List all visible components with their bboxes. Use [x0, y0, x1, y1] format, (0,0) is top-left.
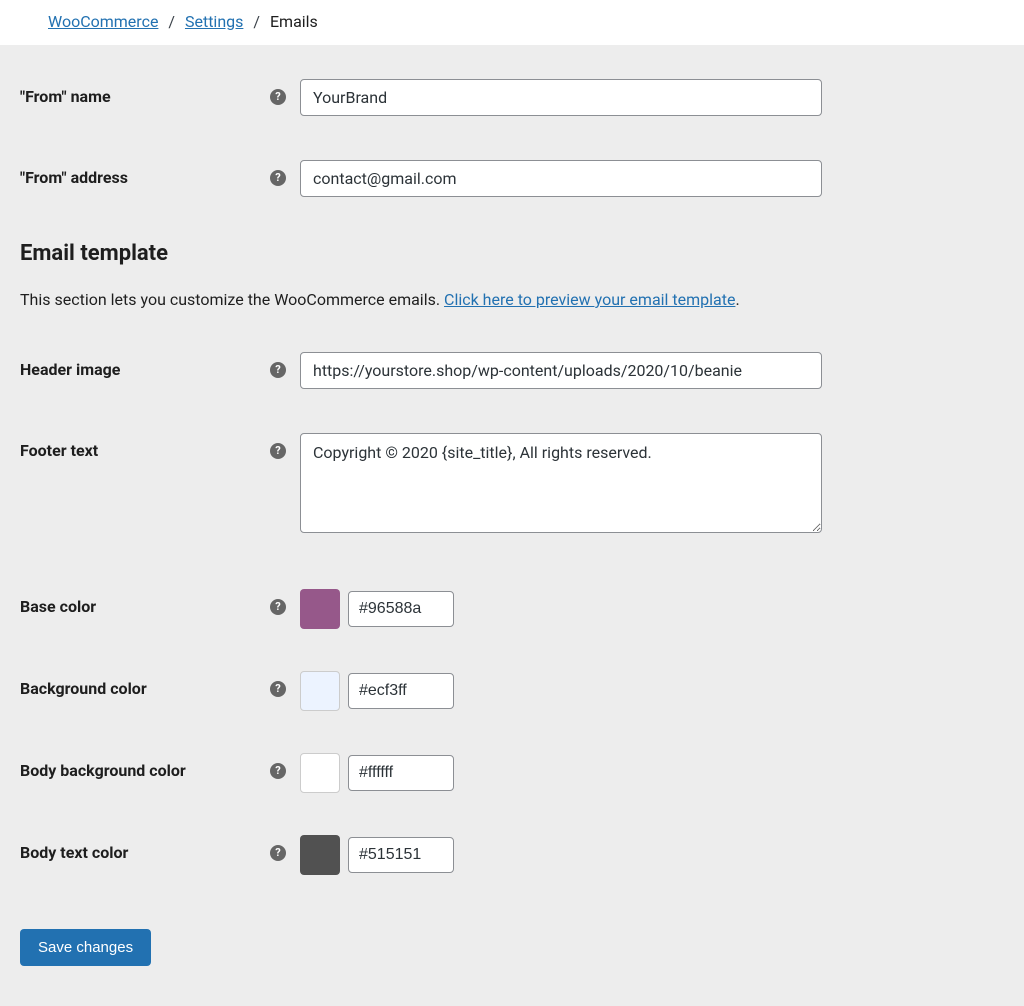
desc-text: This section lets you customize the WooC… — [20, 290, 444, 309]
save-changes-button[interactable]: Save changes — [20, 929, 151, 966]
footer-text-input[interactable] — [300, 433, 822, 533]
base-color-label: Base color ? — [20, 589, 300, 616]
label-text: Header image — [20, 360, 120, 379]
help-icon[interactable]: ? — [270, 362, 286, 378]
footer-text-label: Footer text ? — [20, 433, 300, 460]
base-color-swatch[interactable] — [300, 589, 340, 629]
settings-form: "From" name ? "From" address ? Email tem… — [0, 45, 1024, 1006]
body-text-color-row: Body text color ? — [20, 835, 1004, 875]
body-bg-color-input[interactable] — [348, 755, 454, 791]
header-image-row: Header image ? — [20, 352, 1004, 389]
body-bg-color-label: Body background color ? — [20, 753, 300, 780]
background-color-label: Background color ? — [20, 671, 300, 698]
from-name-input[interactable] — [300, 79, 822, 116]
body-text-color-input[interactable] — [348, 837, 454, 873]
base-color-row: Base color ? — [20, 589, 1004, 629]
section-title: Email template — [20, 241, 1004, 266]
from-name-label: "From" name ? — [20, 79, 300, 106]
base-color-input[interactable] — [348, 591, 454, 627]
background-color-swatch[interactable] — [300, 671, 340, 711]
help-icon[interactable]: ? — [270, 681, 286, 697]
help-icon[interactable]: ? — [270, 170, 286, 186]
body-text-color-swatch[interactable] — [300, 835, 340, 875]
body-text-color-label: Body text color ? — [20, 835, 300, 862]
breadcrumb-link-settings[interactable]: Settings — [185, 12, 243, 31]
label-text: Base color — [20, 597, 96, 616]
breadcrumb-separator: / — [168, 12, 175, 31]
from-name-row: "From" name ? — [20, 79, 1004, 116]
help-icon[interactable]: ? — [270, 443, 286, 459]
help-icon[interactable]: ? — [270, 89, 286, 105]
help-icon[interactable]: ? — [270, 845, 286, 861]
label-text: "From" address — [20, 168, 128, 187]
desc-suffix: . — [735, 290, 739, 309]
breadcrumb-link-woocommerce[interactable]: WooCommerce — [48, 12, 158, 31]
label-text: Footer text — [20, 441, 98, 460]
label-text: Background color — [20, 679, 147, 698]
from-address-input[interactable] — [300, 160, 822, 197]
label-text: Body background color — [20, 761, 186, 780]
preview-template-link[interactable]: Click here to preview your email templat… — [444, 290, 735, 309]
from-address-row: "From" address ? — [20, 160, 1004, 197]
footer-text-row: Footer text ? — [20, 433, 1004, 537]
header-image-label: Header image ? — [20, 352, 300, 379]
body-bg-color-row: Body background color ? — [20, 753, 1004, 793]
from-address-label: "From" address ? — [20, 160, 300, 187]
breadcrumb-bar: WooCommerce / Settings / Emails — [0, 0, 1024, 45]
body-bg-color-swatch[interactable] — [300, 753, 340, 793]
label-text: Body text color — [20, 843, 128, 862]
header-image-input[interactable] — [300, 352, 822, 389]
background-color-input[interactable] — [348, 673, 454, 709]
background-color-row: Background color ? — [20, 671, 1004, 711]
breadcrumb: WooCommerce / Settings / Emails — [48, 12, 976, 31]
label-text: "From" name — [20, 87, 111, 106]
breadcrumb-current: Emails — [270, 12, 318, 31]
help-icon[interactable]: ? — [270, 599, 286, 615]
breadcrumb-separator: / — [253, 12, 260, 31]
section-description: This section lets you customize the WooC… — [20, 288, 1004, 312]
help-icon[interactable]: ? — [270, 763, 286, 779]
